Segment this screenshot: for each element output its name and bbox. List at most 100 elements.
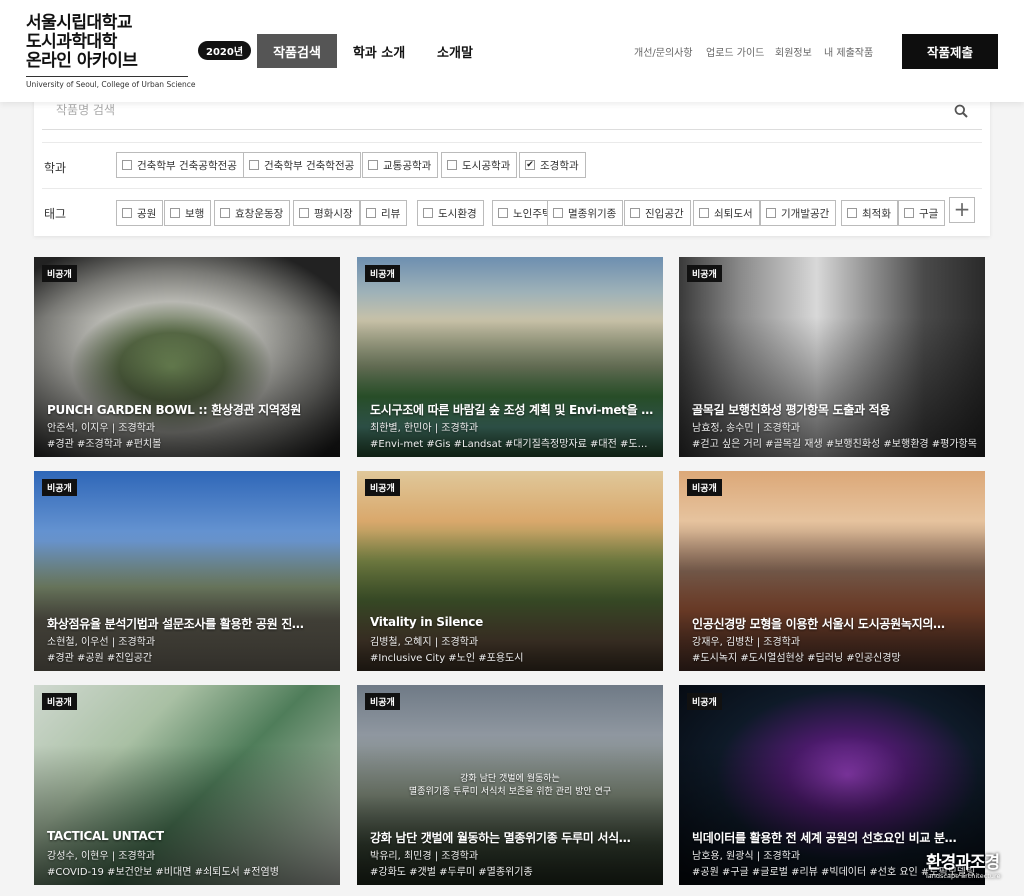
- checkbox-icon[interactable]: [170, 208, 180, 218]
- tag-chip[interactable]: 기개발공간: [760, 200, 837, 226]
- project-authors: 강성수, 이현우 | 조경학과: [47, 851, 156, 862]
- submit-work-button[interactable]: 작품제출: [902, 34, 998, 69]
- more-tags-button[interactable]: +: [949, 197, 975, 223]
- checkbox-icon[interactable]: [553, 208, 563, 218]
- project-card[interactable]: 비공개PUNCH GARDEN BOWL :: 환상경관 지역정원안준석, 이지…: [34, 257, 340, 457]
- private-badge: 비공개: [365, 693, 400, 710]
- upload-guide-link[interactable]: 업로드 가이드: [706, 44, 764, 59]
- project-card[interactable]: 비공개 골목길 보행친화성 평가항목 도출과 적용 남효정, 송수민 | 조경학과 #…: [679, 257, 985, 457]
- tag-chip[interactable]: 최적화: [841, 200, 898, 226]
- department-chip-label: 건축학부 건축공학전공: [137, 159, 237, 172]
- project-tags: #도시녹지 #도시열섬현상 #딥러닝 #인공신경망: [692, 653, 901, 664]
- department-chip[interactable]: 건축학부 건축공학전공: [116, 152, 244, 178]
- project-title[interactable]: 화상점유율 분석기법과 설문조사를 활용한 공원 진…: [47, 615, 332, 632]
- tag-chip-label: 진입공간: [645, 207, 684, 220]
- checkbox-icon[interactable]: [699, 208, 709, 218]
- site-logo[interactable]: 서울시립대학교 도시과학대학 온라인 아카이브 University of Se…: [26, 14, 196, 89]
- feedback-link[interactable]: 개선/문의사항: [634, 44, 693, 59]
- project-tags: #Inclusive City #노인 #포용도시: [370, 653, 524, 664]
- checkbox-icon[interactable]: [423, 208, 433, 218]
- tag-chip-label: 쇠퇴도서: [714, 207, 753, 220]
- project-tags: #경관 #공원 #진입공간: [47, 653, 153, 664]
- checkbox-icon[interactable]: [122, 208, 132, 218]
- department-chip[interactable]: 교통공학과: [362, 152, 439, 178]
- checkbox-icon[interactable]: [299, 208, 309, 218]
- tag-chip-label: 구글: [919, 207, 939, 220]
- project-title[interactable]: Vitality in Silence: [370, 615, 655, 629]
- checkbox-icon[interactable]: [122, 160, 132, 170]
- tag-filter-label: 태그: [44, 207, 67, 221]
- tag-chip[interactable]: 보행: [164, 200, 212, 226]
- member-info-link[interactable]: 회원정보: [775, 44, 812, 59]
- logo-subtitle: University of Seoul, College of Urban Sc…: [26, 76, 196, 89]
- checkbox-icon[interactable]: [368, 160, 378, 170]
- project-title[interactable]: 인공신경망 모형을 이용한 서울시 도시공원녹지의…: [692, 615, 977, 632]
- checkbox-icon[interactable]: [447, 160, 457, 170]
- project-card[interactable]: 비공개 인공신경망 모형을 이용한 서울시 도시공원녹지의… 강재우, 김병찬 | …: [679, 471, 985, 671]
- search-icon[interactable]: [954, 104, 968, 118]
- project-authors: 안준석, 이지우 | 조경학과: [47, 423, 156, 434]
- nav-tab-search[interactable]: 작품검색: [257, 34, 337, 68]
- project-authors: 남효정, 송수민 | 조경학과: [692, 423, 801, 434]
- tag-chip[interactable]: 평화시장: [293, 200, 360, 226]
- checkbox-icon[interactable]: [630, 208, 640, 218]
- project-card[interactable]: 비공개 Vitality in Silence 김병철, 오혜지 | 조경학과 #In…: [357, 471, 663, 671]
- tag-chip-label: 평화시장: [314, 207, 353, 220]
- department-chip[interactable]: 건축학부 건축학전공: [243, 152, 362, 178]
- department-chip-label: 조경학과: [540, 159, 579, 172]
- project-title[interactable]: 강화 남단 갯벌에 월동하는 멸종위기종 두루미 서식…: [370, 829, 655, 846]
- checkbox-icon[interactable]: [498, 208, 508, 218]
- project-authors: 김병철, 오혜지 | 조경학과: [370, 637, 479, 648]
- checkbox-icon[interactable]: [847, 208, 857, 218]
- project-card[interactable]: 비공개 도시구조에 따른 바람길 숲 조성 계획 및 Envi-met을 … 최한별…: [357, 257, 663, 457]
- tag-chip[interactable]: 공원: [116, 200, 164, 226]
- project-title[interactable]: 빅데이터를 활용한 전 세계 공원의 선호요인 비교 분…: [692, 829, 977, 846]
- tag-chip-label: 도시환경: [438, 207, 477, 220]
- tag-chip[interactable]: 구글: [898, 200, 946, 226]
- tag-chip-label: 기개발공간: [781, 207, 830, 220]
- project-tags: #COVID-19 #보건안보 #비대면 #쇠퇴도서 #전염병: [47, 867, 279, 878]
- logo-line: 도시과학대학: [26, 32, 117, 52]
- checkbox-icon[interactable]: [249, 160, 259, 170]
- project-title[interactable]: 골목길 보행친화성 평가항목 도출과 적용: [692, 401, 977, 418]
- divider: [42, 188, 982, 189]
- tag-chip[interactable]: 효창운동장: [214, 200, 291, 226]
- nav-tab-introduction[interactable]: 소개말: [424, 34, 486, 68]
- tag-chip-label: 리뷰: [381, 207, 401, 220]
- checkbox-icon[interactable]: [220, 208, 230, 218]
- tag-chip[interactable]: 리뷰: [360, 200, 408, 226]
- filter-panel: 학과 건축학부 건축공학전공건축학부 건축학전공교통공학과도시공학과✔조경학과 …: [34, 90, 990, 236]
- project-card[interactable]: 강화 남단 갯벌에 월동하는 멸종위기종 두루미 서식처 보존을 위한 관리 방…: [357, 685, 663, 885]
- tag-chip-label: 공원: [137, 207, 157, 220]
- project-authors: 최한별, 한민아 | 조경학과: [370, 423, 479, 434]
- project-card[interactable]: 비공개 화상점유율 분석기법과 설문조사를 활용한 공원 진… 소현철, 이우선 |…: [34, 471, 340, 671]
- project-title[interactable]: TACTICAL UNTACT: [47, 829, 332, 843]
- project-authors: 박유리, 최민경 | 조경학과: [370, 851, 479, 862]
- checkbox-icon[interactable]: [366, 208, 376, 218]
- tag-chip-label: 보행: [185, 207, 205, 220]
- checkbox-checked-icon[interactable]: ✔: [525, 160, 535, 170]
- department-chip[interactable]: 도시공학과: [441, 152, 518, 178]
- logo-line: 온라인 아카이브: [26, 51, 138, 71]
- project-card[interactable]: 비공개 TACTICAL UNTACT 강성수, 이현우 | 조경학과 #COVID-…: [34, 685, 340, 885]
- tag-chip[interactable]: 도시환경: [417, 200, 484, 226]
- tag-chip[interactable]: 쇠퇴도서: [693, 200, 760, 226]
- private-badge: 비공개: [42, 265, 77, 282]
- checkbox-icon[interactable]: [904, 208, 914, 218]
- tag-chip[interactable]: 멸종위기종: [547, 200, 624, 226]
- private-badge: 비공개: [365, 479, 400, 496]
- tag-chip[interactable]: 진입공간: [624, 200, 691, 226]
- project-tags: #경관 #조경학과 #펀치볼: [47, 439, 162, 450]
- year-badge[interactable]: 2020년: [198, 41, 252, 60]
- private-badge: 비공개: [42, 479, 77, 496]
- department-chip[interactable]: ✔ 조경학과: [519, 152, 586, 178]
- project-tags: #강화도 #갯벌 #두루미 #멸종위기종: [370, 867, 533, 878]
- department-chip-label: 건축학부 건축학전공: [264, 159, 355, 172]
- my-submissions-link[interactable]: 내 제출작품: [824, 44, 873, 59]
- search-input[interactable]: [56, 103, 936, 117]
- project-title[interactable]: 도시구조에 따른 바람길 숲 조성 계획 및 Envi-met을 …: [370, 401, 655, 418]
- nav-tab-departments[interactable]: 학과 소개: [344, 34, 414, 68]
- checkbox-icon[interactable]: [766, 208, 776, 218]
- project-title[interactable]: PUNCH GARDEN BOWL :: 환상경관 지역정원: [47, 401, 332, 418]
- department-filter-label: 학과: [44, 161, 67, 175]
